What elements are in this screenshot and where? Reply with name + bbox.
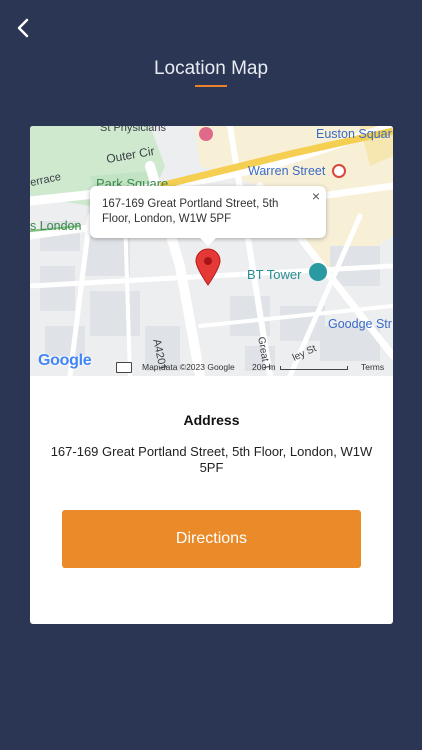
- map-scale-label: 200 m: [252, 362, 276, 372]
- map-label-bt-tower: BT Tower: [247, 267, 302, 282]
- google-logo: Google: [38, 352, 92, 369]
- address-text: 167-169 Great Portland Street, 5th Floor…: [50, 444, 373, 475]
- close-icon[interactable]: ×: [312, 188, 320, 204]
- address-heading: Address: [183, 412, 240, 428]
- back-button[interactable]: [12, 14, 36, 42]
- page-title: Location Map: [153, 58, 269, 79]
- map-scale-bar: [280, 366, 348, 370]
- title-underline: [195, 85, 227, 87]
- map-view[interactable]: St Physicians Euston Squar Outer Cir err…: [30, 126, 393, 376]
- map-label-goodge-street: Goodge Str: [328, 317, 392, 331]
- map-label-london: s London: [30, 219, 82, 233]
- map-label-euston-square: Euston Squar: [316, 127, 392, 141]
- chevron-left-icon: [17, 18, 29, 38]
- map-label-physicians: St Physicians: [100, 126, 167, 134]
- info-window-tail: [200, 238, 216, 246]
- keyboard-icon[interactable]: [116, 362, 132, 373]
- map-data-attribution: Map data ©2023 Google: [142, 362, 235, 372]
- directions-button[interactable]: Directions: [62, 510, 361, 568]
- info-window-address: 167-169 Great Portland Street, 5th Floor…: [102, 198, 279, 225]
- map-label-warren-street: Warren Street: [248, 164, 326, 178]
- location-card: St Physicians Euston Squar Outer Cir err…: [30, 126, 393, 624]
- map-info-window[interactable]: 167-169 Great Portland Street, 5th Floor…: [90, 186, 326, 246]
- terms-link[interactable]: Terms: [361, 362, 384, 372]
